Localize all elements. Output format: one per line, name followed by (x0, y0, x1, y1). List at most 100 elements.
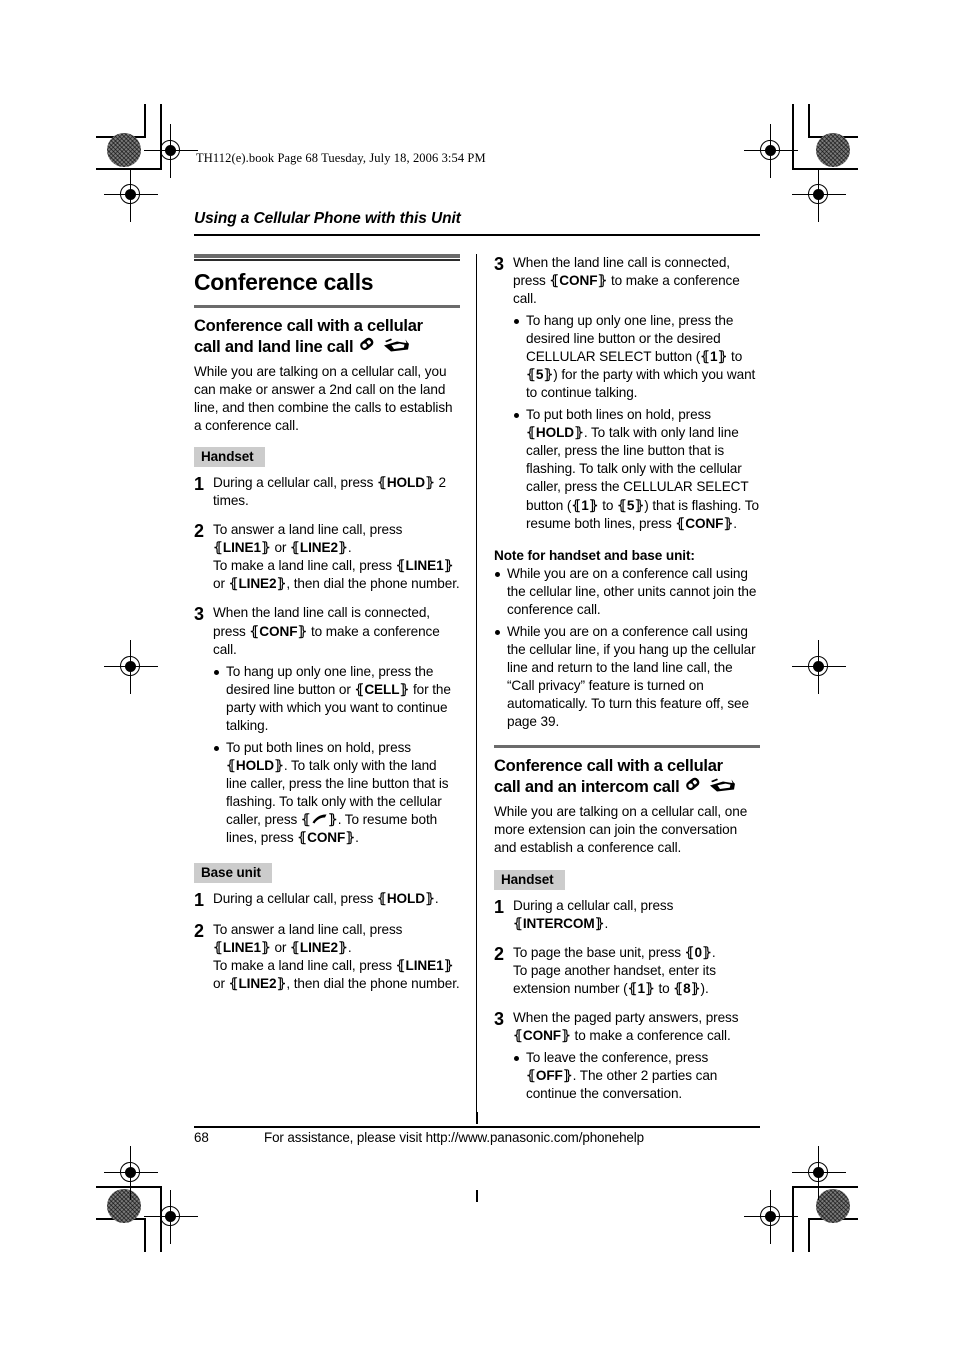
key-8: ⦃8⦄ (673, 980, 701, 996)
note-item: While you are on a conference call using… (494, 623, 760, 731)
step-number: 3 (494, 253, 505, 274)
two-column-layout: Conference calls Conference call with a … (194, 253, 760, 1119)
key-conf: ⦃CONF⦄ (549, 272, 608, 288)
key-5: ⦃5⦄ (617, 497, 645, 513)
page-footer: 68 For assistance, please visit http://w… (194, 1130, 760, 1145)
handset-icon (358, 337, 378, 360)
crop-mark-tr-v2 (808, 104, 810, 138)
base-unit-steps-left: 1 During a cellular call, press ⦃HOLD⦄. 2 T… (194, 890, 460, 993)
key-line1: ⦃LINE1⦄ (395, 957, 454, 973)
registration-mark-bottom-right (744, 1190, 798, 1244)
step-number: 3 (194, 604, 205, 625)
right-column: 3 When the land line call is connected, p… (494, 254, 760, 1119)
handset-steps-left: 1 During a cellular call, press ⦃HOLD⦄ 2 … (194, 474, 460, 851)
running-head: Using a Cellular Phone with this Unit (194, 210, 461, 227)
step-number: 2 (194, 521, 205, 542)
step-bullet: To hang up only one line, press the desi… (213, 663, 460, 735)
registration-mark-mid-left (104, 640, 158, 694)
key-off: ⦃OFF⦄ (526, 1068, 573, 1084)
subsection-heading-right-line2: call and an intercom call (494, 778, 680, 797)
step-number: 1 (194, 889, 205, 910)
key-line2: ⦃LINE2⦄ (228, 975, 287, 991)
key-hold: ⦃HOLD⦄ (376, 890, 435, 906)
step-text: When the land line call is connected, pr… (213, 604, 460, 851)
subsection-rule-left (194, 304, 460, 308)
printer-slug-line: TH112(e).book Page 68 Tuesday, July 18, … (196, 151, 486, 165)
step-text: To page the base unit, press ⦃0⦄. To page… (513, 944, 716, 996)
registration-mark-bottom-right-2 (792, 1146, 846, 1200)
column-divider (476, 253, 477, 1119)
step-bullet-list: To hang up only one line, press the desi… (213, 663, 460, 848)
base-unit-tag-left: Base unit (194, 862, 272, 883)
step-text: During a cellular call, press ⦃INTERCOM⦄… (513, 897, 674, 931)
subsection-heading-right: Conference call with a cellular call and… (494, 756, 760, 800)
handset-steps-right: 1 During a cellular call, press ⦃INTERCOM… (494, 897, 760, 1108)
registration-mark-top-left-2 (104, 168, 158, 222)
step: 1 During a cellular call, press ⦃HOLD⦄ 2 … (194, 474, 460, 510)
step: 3 When the land line call is connected, p… (194, 604, 460, 851)
crop-mark-br-v2 (808, 1218, 810, 1252)
registration-mark-mid-right (792, 640, 846, 694)
halftone-patch-tr (816, 133, 850, 167)
key-1: ⦃1⦄ (700, 348, 728, 364)
step: 2 To page the base unit, press ⦃0⦄. To pag… (494, 944, 760, 998)
section-title-rule (194, 253, 460, 261)
step-number: 1 (194, 474, 205, 495)
key-cell: ⦃CELL⦄ (354, 681, 410, 697)
step-bullet-list: To hang up only one line, press the desi… (513, 312, 760, 533)
registration-mark-bottom-left-2 (104, 1146, 158, 1200)
key-intercom: ⦃INTERCOM⦄ (513, 915, 605, 931)
subsection-intro-right: While you are talking on a cellular call… (494, 804, 748, 856)
halftone-patch-tl (107, 133, 141, 167)
key-line2: ⦃LINE2⦄ (228, 576, 287, 592)
subsection-heading-left-line1: Conference call with a cellular (194, 316, 423, 335)
step-text: To answer a land line call, press ⦃LINE1… (213, 921, 460, 991)
key-conf: ⦃CONF⦄ (675, 515, 734, 531)
key-1: ⦃1⦄ (627, 980, 655, 996)
key-conf: ⦃CONF⦄ (249, 623, 308, 639)
page-content: Using a Cellular Phone with this Unit Co… (194, 210, 760, 1119)
step-number: 1 (494, 896, 505, 917)
handset-tag-left: Handset (194, 447, 265, 468)
footer-rule (194, 1126, 760, 1128)
key-5: ⦃5⦄ (526, 366, 554, 382)
step-text: To answer a land line call, press ⦃LINE1… (213, 522, 460, 592)
step-text: When the land line call is connected, pr… (513, 254, 760, 537)
handset-icon (684, 777, 704, 800)
step: 1 During a cellular call, press ⦃HOLD⦄. (194, 890, 460, 910)
note-title-right: Note for handset and base unit: (494, 547, 695, 563)
subsection-heading-left: Conference call with a cellular call and… (194, 316, 460, 360)
key-1: ⦃1⦄ (571, 497, 599, 513)
key-0: ⦃0⦄ (684, 944, 712, 960)
left-column: Conference calls Conference call with a … (194, 253, 460, 1119)
key-conf: ⦃CONF⦄ (513, 1027, 571, 1043)
step-bullet: To leave the conference, press ⦃OFF⦄. Th… (513, 1049, 760, 1103)
key-line1: ⦃LINE1⦄ (213, 540, 271, 556)
step-bullet: To put both lines on hold, press ⦃HOLD⦄.… (213, 739, 460, 847)
step-number: 2 (194, 920, 205, 941)
registration-mark-top-right-2 (792, 168, 846, 222)
handset-tag-right: Handset (494, 869, 565, 890)
step-bullet: To put both lines on hold, press ⦃HOLD⦄.… (513, 406, 760, 533)
step-bullet: To hang up only one line, press the desi… (513, 312, 760, 402)
note-item: While you are on a conference call using… (494, 565, 760, 619)
base-unit-icon (708, 777, 736, 800)
page-title: Conference calls (194, 268, 374, 295)
running-head-rule (194, 234, 760, 236)
subsection-intro-left: While you are talking on a cellular call… (194, 363, 453, 433)
subsection-heading-left-line2: call and land line call (194, 337, 354, 356)
step-text: When the paged party answers, press ⦃CON… (513, 1009, 760, 1107)
step-text: During a cellular call, press ⦃HOLD⦄. (213, 890, 439, 906)
step-text: During a cellular call, press ⦃HOLD⦄ 2 t… (213, 475, 446, 509)
column-gap (460, 253, 494, 1119)
key-line1: ⦃LINE1⦄ (395, 558, 454, 574)
key-hold: ⦃HOLD⦄ (526, 425, 584, 441)
step: 3 When the land line call is connected, p… (494, 254, 760, 537)
key-hold: ⦃HOLD⦄ (226, 758, 284, 774)
key-line2: ⦃LINE2⦄ (290, 540, 348, 556)
talk-handset-icon: ⦃ ⦄ (300, 812, 338, 828)
key-conf: ⦃CONF⦄ (297, 830, 356, 846)
subsection-heading-right-line1: Conference call with a cellular (494, 757, 723, 776)
step: 2 To answer a land line call, press ⦃LINE… (194, 521, 460, 593)
continued-step-right: 3 When the land line call is connected, p… (494, 254, 760, 537)
